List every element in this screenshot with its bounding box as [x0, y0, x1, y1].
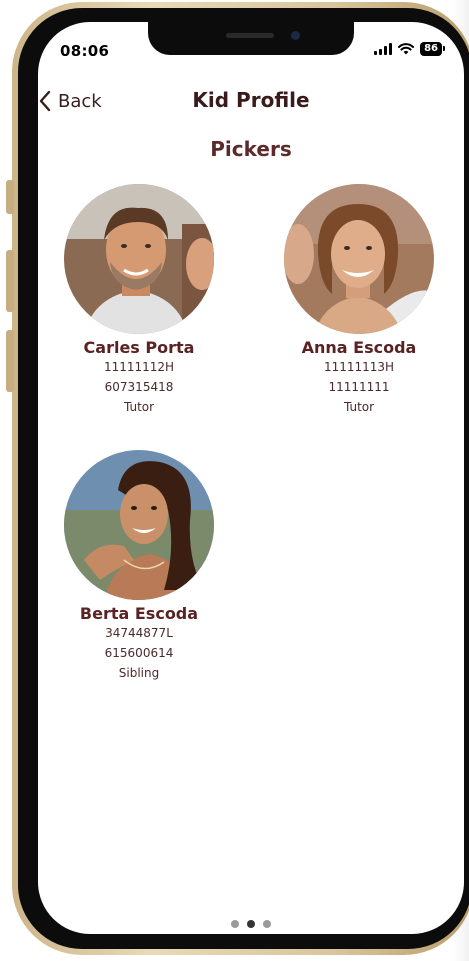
- wifi-icon: [398, 43, 415, 55]
- picker-id: 11111113H: [323, 360, 395, 374]
- avatar: [64, 450, 214, 600]
- signal-icon: [374, 43, 393, 55]
- picker-phone: 607315418: [104, 380, 174, 394]
- picker-name: Carles Porta: [83, 338, 195, 357]
- battery-icon: 86: [420, 42, 445, 56]
- phone-screen: 08:06 86 Back Kid Profile Pickers Carles…: [38, 22, 464, 934]
- page-indicator[interactable]: [38, 920, 464, 928]
- picker-phone: 615600614: [104, 646, 174, 660]
- page-dot[interactable]: [231, 920, 239, 928]
- avatar: [284, 184, 434, 334]
- section-title: Pickers: [210, 137, 292, 161]
- avatar: [64, 184, 214, 334]
- phone-volume-down: [6, 330, 14, 392]
- picker-relation: Sibling: [118, 666, 160, 680]
- status-time: 08:06: [60, 42, 110, 60]
- page-dot[interactable]: [263, 920, 271, 928]
- phone-volume-up: [6, 250, 14, 312]
- picker-relation: Tutor: [343, 400, 375, 414]
- picker-name: Anna Escoda: [301, 338, 417, 357]
- picker-card-carles[interactable]: Carles Porta 11111112H 607315418 Tutor: [54, 184, 224, 417]
- status-icons: 86: [374, 42, 445, 56]
- notch: [148, 22, 354, 55]
- picker-id: 34744877L: [105, 626, 173, 640]
- picker-card-berta[interactable]: Berta Escoda 34744877L 615600614 Sibling: [54, 450, 224, 683]
- picker-id: 11111112H: [103, 360, 175, 374]
- front-camera: [291, 31, 300, 40]
- picker-card-anna[interactable]: Anna Escoda 11111113H 11111111 Tutor: [274, 184, 444, 417]
- phone-mute-switch: [6, 180, 14, 214]
- picker-name: Berta Escoda: [79, 604, 199, 623]
- picker-phone: 11111111: [328, 380, 390, 394]
- speaker-grille: [226, 33, 274, 38]
- page-dot-active[interactable]: [247, 920, 255, 928]
- picker-relation: Tutor: [123, 400, 155, 414]
- page-title: Kid Profile: [192, 88, 310, 112]
